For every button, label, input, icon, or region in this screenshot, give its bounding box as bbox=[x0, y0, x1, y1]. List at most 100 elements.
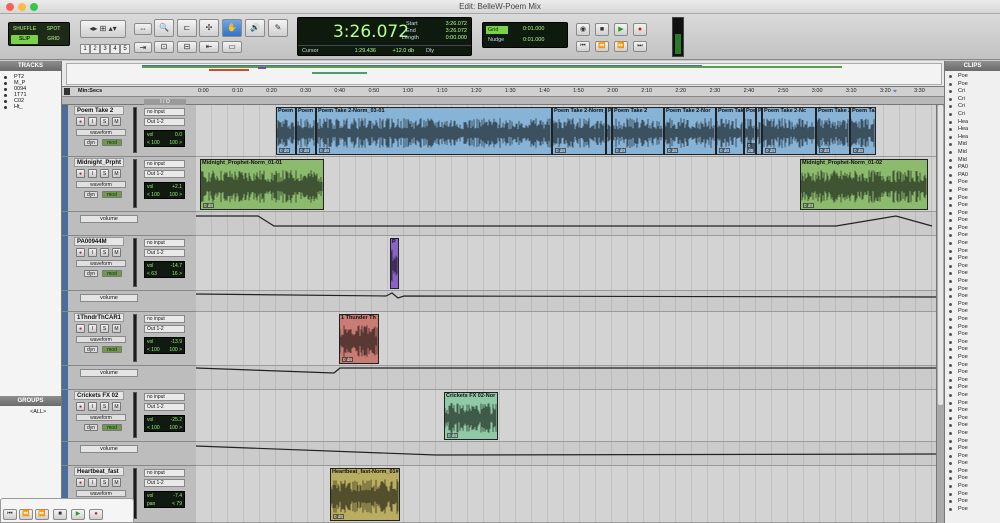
zoom-toggle-icon[interactable]: ⇔ bbox=[134, 23, 152, 35]
mini-play-icon[interactable]: ▶ bbox=[71, 509, 85, 520]
volume-automation-line[interactable] bbox=[196, 291, 936, 312]
trim-tool-icon[interactable]: ⊏ bbox=[177, 19, 197, 37]
track-header[interactable]: Poem Take 2 ● I S Mwaveform dyn mod no input Out… bbox=[62, 105, 196, 157]
clip-list-item[interactable]: Cri bbox=[945, 88, 1000, 96]
clip-list-item[interactable]: Poe bbox=[945, 468, 1000, 476]
input-monitor-button[interactable]: I bbox=[88, 402, 97, 411]
track-name-field[interactable]: 1ThndrThCAR1 bbox=[74, 313, 124, 322]
clip-list-item[interactable]: Hea bbox=[945, 119, 1000, 127]
audio-clip[interactable]: Poem Take 2 0 dB bbox=[816, 107, 850, 155]
clip-list-item[interactable]: Poe bbox=[945, 293, 1000, 301]
clip-list-item[interactable]: Poe bbox=[945, 286, 1000, 294]
elastic-audio-button[interactable]: dyn bbox=[84, 139, 98, 146]
record-button-icon[interactable]: ● bbox=[633, 23, 647, 36]
audio-clip[interactable]: Poem Take 2 0 dB bbox=[612, 107, 664, 155]
automation-mode-button[interactable]: mod bbox=[102, 270, 122, 277]
output-selector[interactable]: Out 1-2 bbox=[144, 249, 185, 257]
volume-pan-readout[interactable]: vol -25.2 < 100 100 > bbox=[144, 415, 185, 432]
clip-list-item[interactable]: PA0 bbox=[945, 164, 1000, 172]
clip-list-item[interactable]: Mid bbox=[945, 141, 1000, 149]
volume-value[interactable]: 0.0 bbox=[175, 132, 182, 138]
clip-list-item[interactable]: Poe bbox=[945, 506, 1000, 514]
solo-button[interactable]: S bbox=[100, 169, 109, 178]
output-selector[interactable]: Out 1-2 bbox=[144, 170, 185, 178]
clip-list-item[interactable]: Poe bbox=[945, 187, 1000, 195]
automation-type-selector[interactable]: volume bbox=[80, 369, 138, 377]
clip-list-item[interactable]: Poe bbox=[945, 301, 1000, 309]
record-arm-button[interactable]: ● bbox=[76, 117, 85, 126]
mini-stop-icon[interactable]: ■ bbox=[53, 509, 67, 520]
volume-pan-readout[interactable]: vol -13.9 < 100 100 > bbox=[144, 337, 185, 354]
zoom-preset-4[interactable]: 4 bbox=[110, 44, 120, 54]
groups-panel-title[interactable]: GROUPS bbox=[0, 396, 61, 406]
go-to-end-icon[interactable]: ⏭ bbox=[633, 41, 647, 52]
output-selector[interactable]: Out 1-2 bbox=[144, 479, 185, 487]
clip-gain-label[interactable]: 0 dB bbox=[853, 148, 865, 153]
grid-mode-button[interactable]: GRID bbox=[40, 35, 67, 44]
volume-pan-readout[interactable]: vol -14.7 < 63 16 > bbox=[144, 261, 185, 278]
mute-button[interactable]: M bbox=[112, 478, 121, 487]
clip-list-item[interactable]: Poe bbox=[945, 240, 1000, 248]
clip-gain-label[interactable]: 0 dB bbox=[555, 148, 567, 153]
clip-list-item[interactable]: Poe bbox=[945, 324, 1000, 332]
mute-button[interactable]: M bbox=[112, 402, 121, 411]
clip-list-item[interactable]: Poe bbox=[945, 438, 1000, 446]
track-playlist-lane[interactable]: P bbox=[196, 236, 936, 291]
clip-list-item[interactable]: Poe bbox=[945, 354, 1000, 362]
volume-value[interactable]: -13.9 bbox=[171, 339, 182, 345]
elastic-audio-button[interactable]: dyn bbox=[84, 270, 98, 277]
clip-gain-label[interactable]: 0 dB bbox=[342, 357, 354, 362]
input-selector[interactable]: no input bbox=[144, 239, 185, 247]
clip-list-item[interactable]: Poe bbox=[945, 339, 1000, 347]
clip-list-item[interactable]: Poe bbox=[945, 195, 1000, 203]
track-name-field[interactable]: Crickets FX 02 bbox=[74, 391, 124, 400]
zoom-preset-5[interactable]: 5 bbox=[120, 44, 130, 54]
clip-list-item[interactable]: Poe bbox=[945, 407, 1000, 415]
clip-list-item[interactable]: Hea bbox=[945, 126, 1000, 134]
pan-left-value[interactable]: < 63 bbox=[147, 271, 157, 277]
record-arm-button[interactable]: ● bbox=[76, 478, 85, 487]
mini-return-to-zero-icon[interactable]: ⏮ bbox=[3, 509, 17, 520]
marker-ruler[interactable] bbox=[62, 97, 944, 105]
grid-value[interactable]: 0:01.000 bbox=[523, 26, 544, 32]
pan-left-value[interactable]: < 100 bbox=[147, 425, 160, 431]
track-list-item[interactable]: Ht_ bbox=[0, 104, 61, 110]
stop-button-icon[interactable]: ■ bbox=[595, 23, 609, 36]
clip-list-item[interactable]: Poe bbox=[945, 400, 1000, 408]
automation-lane[interactable] bbox=[196, 212, 936, 236]
clip-list-item[interactable]: Poe bbox=[945, 278, 1000, 286]
volume-value[interactable]: -25.2 bbox=[171, 417, 182, 423]
clip-gain-label[interactable]: 0 dB bbox=[615, 148, 627, 153]
mini-record-icon[interactable]: ● bbox=[89, 509, 103, 520]
audio-clip[interactable]: P bbox=[390, 238, 399, 289]
shuffle-mode-button[interactable]: SHUFFLE bbox=[11, 25, 38, 34]
audio-clip[interactable]: Midnight_Prophet-Norm_01-01 0 dB bbox=[200, 159, 324, 210]
track-header[interactable]: Crickets FX 02 ● I S Mwaveform dyn mod no input… bbox=[62, 390, 196, 442]
audio-clip[interactable]: Heartbeat_fast-Norm_01# 0 dB bbox=[330, 468, 400, 521]
input-selector[interactable]: no input bbox=[144, 469, 185, 477]
clip-list-item[interactable]: Poe bbox=[945, 362, 1000, 370]
track-playlist-lane[interactable]: Heartbeat_fast-Norm_01# 0 dB bbox=[196, 466, 936, 523]
zoom-preset-2[interactable]: 2 bbox=[90, 44, 100, 54]
clip-list-item[interactable]: Poe bbox=[945, 73, 1000, 81]
solo-button[interactable]: S bbox=[100, 402, 109, 411]
clip-gain-label[interactable]: 0 dB bbox=[747, 143, 755, 153]
input-monitor-button[interactable]: I bbox=[88, 248, 97, 257]
volume-automation-line[interactable] bbox=[196, 212, 936, 236]
clip-list-item[interactable]: Poe bbox=[945, 430, 1000, 438]
tracks-panel-title[interactable]: TRACKS bbox=[0, 61, 61, 71]
mute-button[interactable]: M bbox=[112, 248, 121, 257]
all-group-item[interactable]: <ALL> bbox=[0, 406, 61, 415]
clip-list-item[interactable]: PA0 bbox=[945, 172, 1000, 180]
grid-label[interactable]: Grid bbox=[486, 26, 508, 34]
record-arm-button[interactable]: ● bbox=[76, 169, 85, 178]
fast-forward-icon[interactable]: ⏩ bbox=[614, 41, 628, 52]
audio-clip[interactable]: Poem 0 dB bbox=[744, 107, 756, 155]
output-selector[interactable]: Out 1-2 bbox=[144, 118, 185, 126]
track-view-selector[interactable]: waveform bbox=[76, 129, 126, 136]
track-name-field[interactable]: Midnight_Prpht bbox=[74, 158, 124, 167]
clip-list-item[interactable]: Poe bbox=[945, 179, 1000, 187]
clip-gain-label[interactable]: 0 dB bbox=[319, 148, 331, 153]
clip-list-item[interactable]: Poe bbox=[945, 483, 1000, 491]
input-selector[interactable]: no input bbox=[144, 108, 185, 116]
